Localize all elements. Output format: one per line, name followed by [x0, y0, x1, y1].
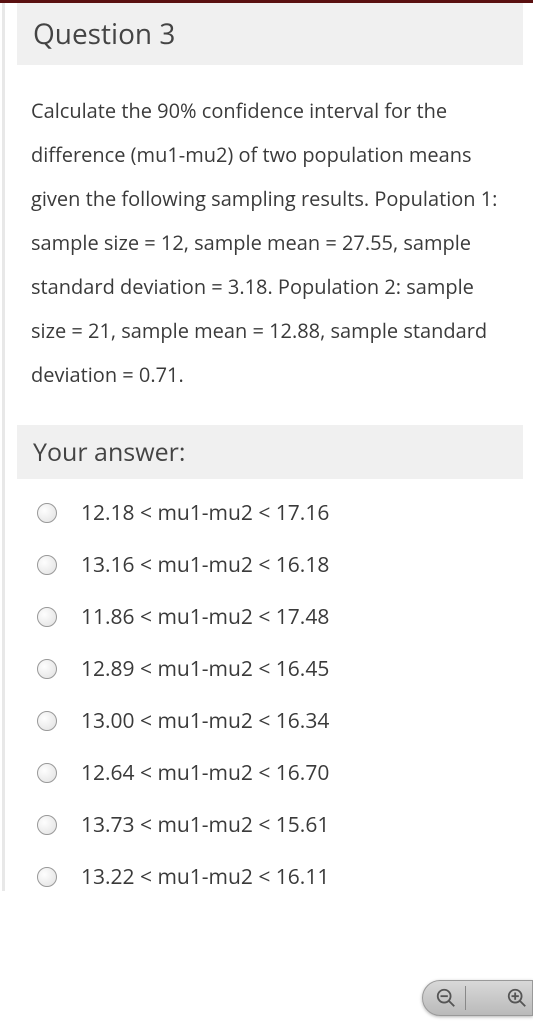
option-label: 12.89 < mu1-mu2 < 16.45 [81, 655, 329, 683]
options-list: 12.18 < mu1-mu2 < 17.16 13.16 < mu1-mu2 … [17, 499, 523, 891]
option-row: 13.16 < mu1-mu2 < 16.18 [37, 551, 503, 579]
option-row: 13.22 < mu1-mu2 < 16.11 [37, 863, 503, 891]
radio-button[interactable] [37, 711, 57, 731]
option-label: 12.64 < mu1-mu2 < 16.70 [81, 759, 329, 787]
option-row: 11.86 < mu1-mu2 < 17.48 [37, 603, 503, 631]
radio-button[interactable] [37, 607, 57, 627]
zoom-divider [465, 986, 466, 1010]
option-row: 13.73 < mu1-mu2 < 15.61 [37, 811, 503, 839]
zoom-in-button[interactable] [502, 983, 532, 1013]
radio-button[interactable] [37, 815, 57, 835]
radio-button[interactable] [37, 503, 57, 523]
radio-button[interactable] [37, 555, 57, 575]
radio-button[interactable] [37, 867, 57, 887]
option-row: 12.18 < mu1-mu2 < 17.16 [37, 499, 503, 527]
option-label: 11.86 < mu1-mu2 < 17.48 [81, 603, 329, 631]
option-row: 12.64 < mu1-mu2 < 16.70 [37, 759, 503, 787]
zoom-in-icon [506, 987, 528, 1009]
question-card: Question 3 Calculate the 90% confidence … [2, 3, 533, 891]
radio-button[interactable] [37, 763, 57, 783]
option-label: 13.73 < mu1-mu2 < 15.61 [81, 811, 329, 839]
zoom-out-icon [435, 987, 457, 1009]
option-label: 12.18 < mu1-mu2 < 17.16 [81, 499, 329, 527]
zoom-out-button[interactable] [431, 983, 461, 1013]
radio-button[interactable] [37, 659, 57, 679]
question-text: Calculate the 90% confidence interval fo… [17, 89, 523, 397]
option-label: 13.22 < mu1-mu2 < 16.11 [81, 863, 329, 891]
answer-header: Your answer: [17, 425, 523, 479]
option-label: 13.00 < mu1-mu2 < 16.34 [81, 707, 329, 735]
question-title: Question 3 [17, 3, 523, 65]
option-row: 13.00 < mu1-mu2 < 16.34 [37, 707, 503, 735]
zoom-control [422, 980, 533, 1016]
option-row: 12.89 < mu1-mu2 < 16.45 [37, 655, 503, 683]
option-label: 13.16 < mu1-mu2 < 16.18 [81, 551, 329, 579]
